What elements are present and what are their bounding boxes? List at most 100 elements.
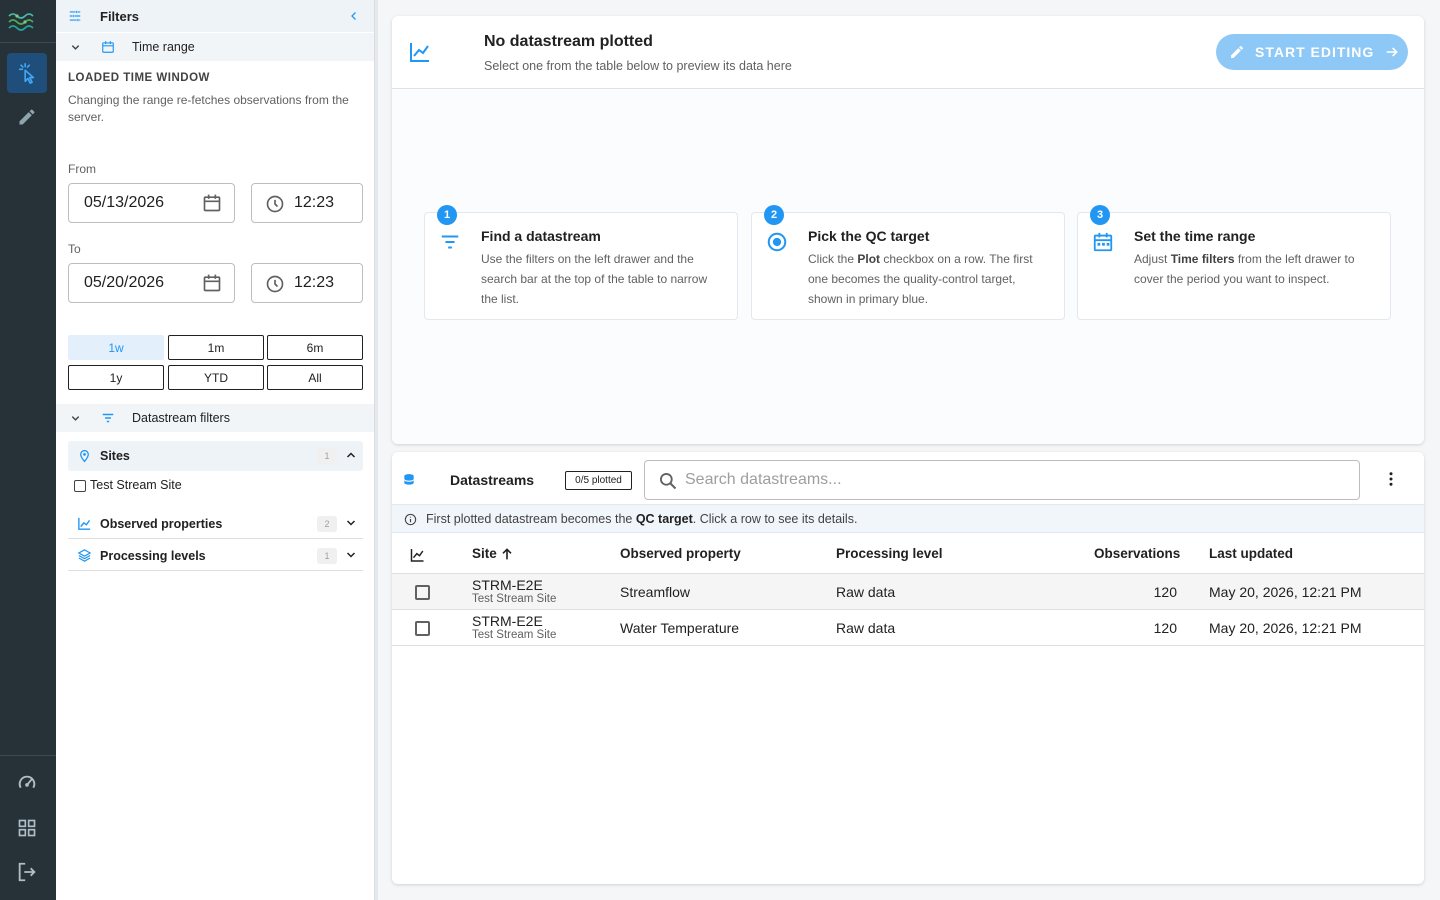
pencil-icon: [19, 109, 35, 125]
step-title: Pick the QC target: [808, 228, 930, 244]
step-title: Find a datastream: [481, 228, 601, 244]
preset-all-button[interactable]: All: [267, 365, 363, 390]
datastream-filters-section-header[interactable]: Datastream filters: [56, 404, 374, 432]
preset-1w-button[interactable]: 1w: [68, 335, 164, 360]
processing-levels-filter-header[interactable]: Processing levels 1: [68, 541, 363, 571]
tune-icon: [69, 10, 81, 22]
map-marker-icon: [80, 449, 89, 463]
layers-icon: [77, 549, 92, 562]
chevron-down-icon: [71, 45, 80, 50]
grid-icon: [18, 819, 36, 837]
logout-icon: [18, 862, 36, 882]
time-range-title: Time range: [132, 40, 195, 54]
sort-ascending-icon[interactable]: [499, 546, 515, 562]
site-option-test-stream-site[interactable]: Test Stream Site: [74, 478, 274, 494]
plot-checkbox[interactable]: [415, 585, 430, 600]
filter-drawer: Filters Time range LOADED TIME WINDOW Ch…: [56, 0, 374, 900]
sites-filter-header[interactable]: Sites 1: [68, 441, 363, 471]
database-icon: [404, 474, 414, 485]
from-time-field[interactable]: 12:23: [251, 183, 363, 223]
clock-icon: [266, 195, 284, 213]
pencil-icon: [1231, 45, 1244, 58]
qc-info-text: First plotted datastream becomes the QC …: [426, 512, 858, 526]
preset-6m-button[interactable]: 6m: [267, 335, 363, 360]
observed-properties-label: Observed properties: [100, 517, 223, 531]
observed-property: Water Temperature: [620, 620, 740, 636]
observations-count: 120: [1153, 584, 1177, 600]
app-logo-icon[interactable]: [7, 8, 37, 34]
apps-button[interactable]: [7, 808, 47, 848]
speedometer-icon: [18, 775, 36, 789]
site-name: Test Stream Site: [472, 593, 557, 605]
to-date-value: 05/20/2026: [84, 274, 165, 291]
site-code: STRM-E2E: [472, 577, 543, 593]
plot-checkbox[interactable]: [415, 621, 430, 636]
column-header-observed-property[interactable]: Observed property: [620, 546, 741, 561]
loaded-window-label: LOADED TIME WINDOW: [68, 72, 210, 84]
start-editing-button[interactable]: START EDITING: [1216, 34, 1408, 70]
step-description: Use the filters on the left drawer and t…: [481, 252, 708, 306]
dashboard-button[interactable]: [7, 764, 47, 804]
drawer-resize-handle[interactable]: [374, 0, 378, 900]
from-date-field[interactable]: 05/13/2026: [68, 183, 235, 223]
cursor-click-icon: [18, 63, 35, 84]
plot-title: No datastream plotted: [484, 33, 653, 50]
collapse-drawer-icon[interactable]: [348, 10, 360, 22]
from-date-value: 05/13/2026: [84, 194, 165, 211]
to-time-field[interactable]: 12:23: [251, 263, 363, 303]
logout-button[interactable]: [7, 852, 47, 892]
radio-checked-icon: [767, 232, 787, 252]
search-input[interactable]: [685, 469, 1345, 491]
column-header-last-updated[interactable]: Last updated: [1209, 546, 1293, 561]
search-field[interactable]: [644, 460, 1360, 500]
chevron-down-icon: [346, 552, 356, 558]
observed-count-badge: 2: [317, 516, 337, 532]
sites-label: Sites: [100, 449, 130, 463]
step-description: Adjust Time filters from the left drawer…: [1134, 252, 1355, 286]
select-tool-button[interactable]: [7, 53, 47, 93]
table-header: Site Observed property Processing level …: [392, 534, 1424, 574]
more-vertical-icon[interactable]: [1382, 470, 1400, 488]
drawer-title: Filters: [100, 9, 140, 24]
column-header-observations[interactable]: Observations: [1094, 546, 1180, 561]
time-range-section-header[interactable]: Time range: [56, 33, 374, 61]
chevron-up-icon: [346, 452, 356, 458]
to-time-value: 12:23: [294, 274, 335, 291]
column-header-processing-level[interactable]: Processing level: [836, 546, 943, 561]
levels-count-badge: 1: [317, 548, 337, 564]
chevron-down-icon: [71, 416, 80, 421]
plot-subtitle: Select one from the table below to previ…: [484, 59, 792, 73]
clock-icon: [266, 275, 284, 293]
plot-panel: No datastream plotted Select one from th…: [392, 16, 1424, 444]
to-date-field[interactable]: 05/20/2026: [68, 263, 235, 303]
preset-1m-button[interactable]: 1m: [168, 335, 264, 360]
chart-line-icon: [78, 517, 91, 530]
step-title: Set the time range: [1134, 228, 1256, 244]
calendar-icon[interactable]: [202, 273, 222, 293]
calendar-icon[interactable]: [202, 193, 222, 213]
step-number: 3: [1090, 205, 1110, 225]
calendar-icon: [102, 41, 114, 53]
column-header-site[interactable]: Site: [472, 546, 497, 561]
datastream-filters-title: Datastream filters: [132, 411, 230, 425]
info-icon: [404, 513, 417, 526]
step-card-pick-qc-target: 2 Pick the QC target Click the Plot chec…: [751, 205, 1065, 320]
qc-info-bar: First plotted datastream becomes the QC …: [392, 504, 1424, 533]
observed-properties-filter-header[interactable]: Observed properties 2: [68, 509, 363, 539]
processing-level: Raw data: [836, 584, 896, 600]
preset-ytd-button[interactable]: YTD: [168, 365, 264, 390]
observed-property: Streamflow: [620, 584, 691, 600]
table-row[interactable]: STRM-E2E Test Stream Site Streamflow Raw…: [392, 574, 1424, 610]
edit-tool-button[interactable]: [7, 97, 47, 137]
step-card-find-datastream: 1 Find a datastream Use the filters on t…: [424, 205, 738, 320]
chart-line-icon: [410, 43, 429, 62]
table-row[interactable]: STRM-E2E Test Stream Site Water Temperat…: [392, 610, 1424, 646]
filter-icon: [441, 235, 459, 249]
datastreams-title: Datastreams: [450, 472, 535, 488]
from-time-value: 12:23: [294, 194, 335, 211]
site-checkbox[interactable]: [74, 480, 86, 492]
plot-empty-state: 1 Find a datastream Use the filters on t…: [392, 90, 1424, 444]
step-card-set-time-range: 3 Set the time range Adjust Time filters…: [1077, 205, 1391, 320]
preset-1y-button[interactable]: 1y: [68, 365, 164, 390]
search-icon: [660, 473, 677, 490]
